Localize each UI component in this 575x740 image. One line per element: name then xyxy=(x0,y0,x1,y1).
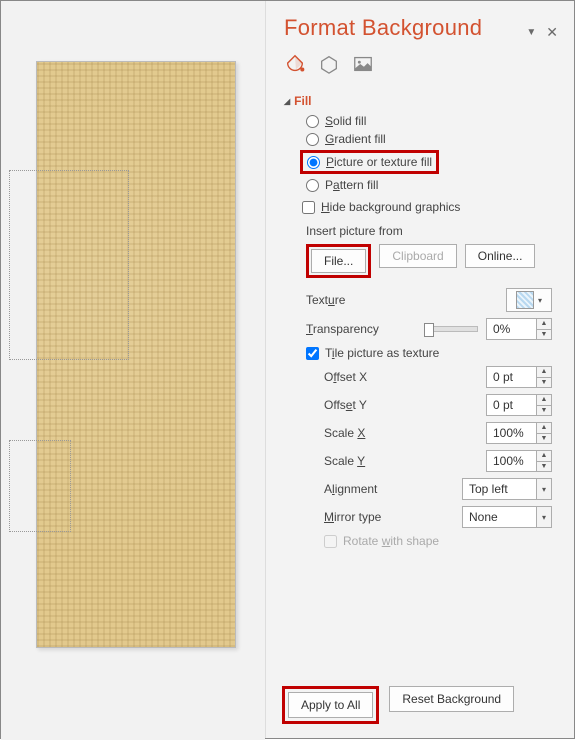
spinner-up-icon[interactable]: ▲ xyxy=(537,319,551,330)
texture-picker[interactable]: ▾ xyxy=(506,288,552,312)
radio-pattern-fill[interactable]: Pattern fill xyxy=(306,178,558,192)
chevron-down-icon: ▾ xyxy=(538,296,542,305)
highlight-apply-all: Apply to All xyxy=(282,686,379,724)
radio-solid-fill[interactable]: Solid fill xyxy=(306,114,558,128)
scale-y-input[interactable] xyxy=(486,450,536,472)
radio-gradient-fill[interactable]: Gradient fill xyxy=(306,132,558,146)
chevron-down-icon[interactable]: ▾ xyxy=(536,506,552,528)
checkbox-input xyxy=(324,535,337,548)
checkbox-label: Rotate with shape xyxy=(343,534,439,548)
radio-input[interactable] xyxy=(306,179,319,192)
spinner-down-icon[interactable]: ▼ xyxy=(537,434,551,444)
spinner-down-icon[interactable]: ▼ xyxy=(537,330,551,340)
checkbox-input[interactable] xyxy=(306,347,319,360)
highlight-picture-texture: Picture or texture fill xyxy=(300,150,439,174)
texture-label: Texture xyxy=(306,293,506,307)
panel-title: Format Background xyxy=(284,15,482,41)
check-rotate-with-shape: Rotate with shape xyxy=(324,534,558,548)
fill-section-header[interactable]: ◢ Fill xyxy=(284,94,558,108)
panel-menu-dropdown-icon[interactable]: ▼ xyxy=(526,27,536,38)
slide-thumbnail[interactable] xyxy=(36,61,236,648)
alignment-dropdown[interactable]: ▾ xyxy=(462,478,552,500)
scale-x-label: Scale X xyxy=(324,426,486,440)
radio-input[interactable] xyxy=(306,115,319,128)
scale-y-spinner[interactable]: ▲▼ xyxy=(486,450,552,472)
check-hide-background[interactable]: Hide background graphics xyxy=(302,200,558,214)
format-background-panel: Format Background ▼ ✕ ◢ Fill Solid fill xyxy=(265,1,574,738)
alignment-value[interactable] xyxy=(462,478,536,500)
offset-y-spinner[interactable]: ▲▼ xyxy=(486,394,552,416)
radio-input[interactable] xyxy=(306,133,319,146)
offset-x-label: Offset X xyxy=(324,370,486,384)
collapse-triangle-icon: ◢ xyxy=(284,97,290,106)
clipboard-button: Clipboard xyxy=(379,244,456,268)
insert-picture-from-label: Insert picture from xyxy=(306,224,558,238)
placeholder-outline xyxy=(9,170,129,360)
radio-label: Picture or texture fill xyxy=(326,155,432,169)
offset-y-input[interactable] xyxy=(486,394,536,416)
offset-x-spinner[interactable]: ▲▼ xyxy=(486,366,552,388)
spinner-up-icon[interactable]: ▲ xyxy=(537,395,551,406)
placeholder-outline xyxy=(9,440,71,532)
radio-label: Pattern fill xyxy=(325,178,378,192)
radio-label: Solid fill xyxy=(325,114,366,128)
checkbox-input[interactable] xyxy=(302,201,315,214)
scale-x-spinner[interactable]: ▲▼ xyxy=(486,422,552,444)
radio-picture-texture-fill[interactable]: Picture or texture fill xyxy=(307,155,432,169)
spinner-up-icon[interactable]: ▲ xyxy=(537,423,551,434)
apply-to-all-button[interactable]: Apply to All xyxy=(288,692,373,718)
reset-background-button[interactable]: Reset Background xyxy=(389,686,514,712)
scale-x-input[interactable] xyxy=(486,422,536,444)
close-icon[interactable]: ✕ xyxy=(546,24,558,41)
check-tile-picture[interactable]: Tile picture as texture xyxy=(306,346,558,360)
section-label: Fill xyxy=(294,94,311,108)
effects-tab-icon[interactable] xyxy=(318,53,340,80)
transparency-slider[interactable] xyxy=(426,326,478,332)
checkbox-label: Hide background graphics xyxy=(321,200,460,214)
spinner-up-icon[interactable]: ▲ xyxy=(537,451,551,462)
picture-tab-icon[interactable] xyxy=(352,53,374,80)
offset-y-label: Offset Y xyxy=(324,398,486,412)
transparency-label: Transparency xyxy=(306,322,426,336)
mirror-type-label: Mirror type xyxy=(324,510,462,524)
spinner-down-icon[interactable]: ▼ xyxy=(537,406,551,416)
highlight-file-button: File... xyxy=(306,244,371,278)
spinner-down-icon[interactable]: ▼ xyxy=(537,462,551,472)
spinner-down-icon[interactable]: ▼ xyxy=(537,378,551,388)
slide-canvas-area xyxy=(1,1,265,740)
file-button[interactable]: File... xyxy=(311,249,366,273)
online-button[interactable]: Online... xyxy=(465,244,536,268)
texture-swatch-icon xyxy=(516,291,534,309)
radio-label: Gradient fill xyxy=(325,132,386,146)
scale-y-label: Scale Y xyxy=(324,454,486,468)
panel-footer: Apply to All Reset Background xyxy=(266,674,574,738)
mirror-type-dropdown[interactable]: ▾ xyxy=(462,506,552,528)
offset-x-input[interactable] xyxy=(486,366,536,388)
transparency-spinner[interactable]: ▲▼ xyxy=(486,318,552,340)
transparency-input[interactable] xyxy=(486,318,536,340)
spinner-up-icon[interactable]: ▲ xyxy=(537,367,551,378)
checkbox-label: Tile picture as texture xyxy=(325,346,439,360)
panel-tabs xyxy=(284,53,558,80)
chevron-down-icon[interactable]: ▾ xyxy=(536,478,552,500)
fill-tab-icon[interactable] xyxy=(284,53,306,80)
mirror-value[interactable] xyxy=(462,506,536,528)
alignment-label: Alignment xyxy=(324,482,462,496)
radio-input[interactable] xyxy=(307,156,320,169)
